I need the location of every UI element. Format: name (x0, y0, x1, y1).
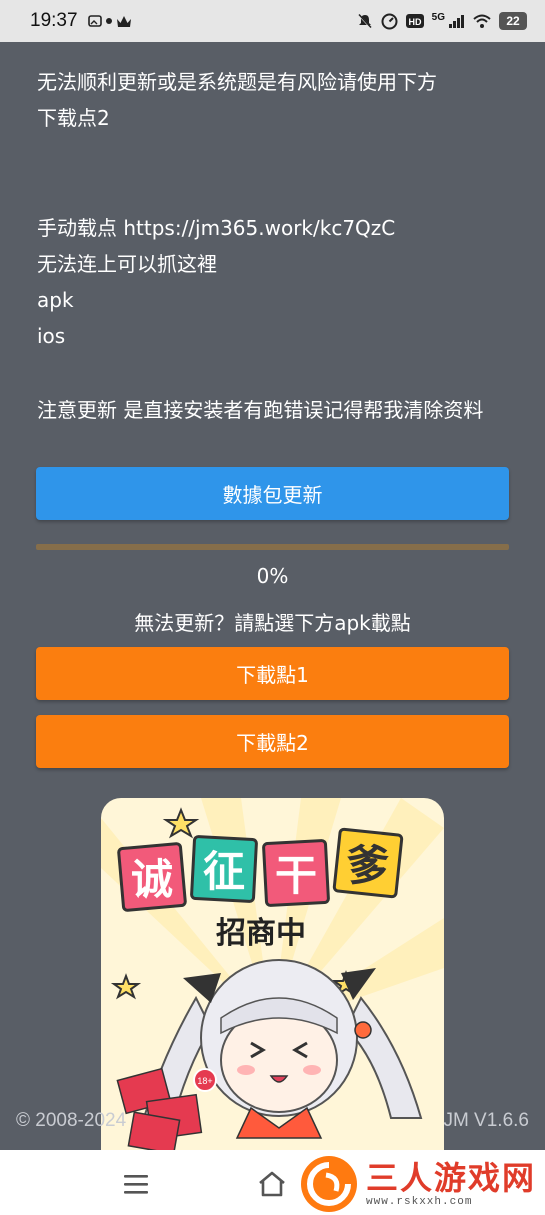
data-package-update-button[interactable]: 數據包更新 (36, 467, 509, 520)
notification-icons (87, 15, 132, 28)
update-notice: 无法顺利更新或是系统题是有风险请使用下方 下载点2 (37, 64, 525, 136)
watermark-logo-icon (301, 1155, 357, 1212)
network-type: 5G (431, 11, 445, 23)
banner-subtitle: 招商中 (216, 916, 306, 951)
wifi-icon (473, 14, 491, 28)
svg-text:HD: HD (408, 17, 421, 27)
status-right: HD 5G 22 (357, 12, 527, 30)
signal-icon (449, 15, 464, 28)
dot-icon (105, 18, 112, 24)
update-warning: 注意更新 是直接安装者有跑错误记得帮我清除资料 (37, 392, 525, 428)
age-badge: 18+ (197, 1076, 212, 1086)
fallback-text: 無法更新？請點選下方apk載點 (134, 611, 411, 635)
notice-line: 无法顺利更新或是系统题是有风险请使用下方 (37, 70, 437, 94)
ios-link[interactable]: ios (37, 318, 525, 354)
crown-icon (116, 15, 131, 27)
menu-icon[interactable] (116, 1164, 156, 1204)
manual-link-line[interactable]: 手动载点 https://jm365.work/kc7QzC (37, 210, 525, 246)
home-icon[interactable] (252, 1164, 292, 1204)
notice-line: 下载点2 (37, 106, 110, 130)
headline-char: 诚 (131, 855, 173, 904)
apk-link[interactable]: apk (37, 282, 525, 318)
status-left: 19:37 (30, 10, 132, 32)
headline-char: 干 (275, 851, 317, 900)
gallery-icon (87, 15, 102, 27)
banner-artwork: 诚 征 干 爹 招商中 18+ (101, 798, 444, 1155)
watermark-title: 三人游戏网 (366, 1158, 537, 1197)
speed-icon (381, 13, 398, 29)
hd-icon: HD (405, 14, 424, 28)
footer: © 2008-2024 JM V1.6.6 (16, 1110, 529, 1132)
app-version: JM V1.6.6 (443, 1110, 529, 1131)
battery-icon: 22 (499, 12, 527, 30)
status-time: 19:37 (30, 10, 78, 31)
download-point-2-button[interactable]: 下載點2 (36, 715, 509, 768)
headline-char: 爹 (347, 841, 389, 890)
download-point-1-button[interactable]: 下載點1 (36, 647, 509, 700)
copyright-text: © 2008-2024 (16, 1110, 127, 1131)
headline-char: 征 (203, 847, 245, 896)
update-progress-bar (36, 544, 509, 550)
progress-label: 0% (256, 564, 289, 588)
notice-line: 无法连上可以抓这裡 (37, 252, 217, 276)
manual-download-info: 手动载点 https://jm365.work/kc7QzC 无法连上可以抓这裡… (37, 210, 525, 354)
status-bar: 19:37 HD 5G 22 (0, 0, 545, 42)
mute-icon (357, 13, 372, 29)
warning-line: 注意更新 是直接安装者有跑错误记得帮我清除资料 (37, 398, 484, 422)
watermark-url: www.rskxxh.com (366, 1195, 473, 1208)
promo-banner[interactable]: 诚 征 干 爹 招商中 18+ (101, 798, 444, 1158)
site-watermark: 三人游戏网 www.rskxxh.com (300, 1152, 545, 1215)
